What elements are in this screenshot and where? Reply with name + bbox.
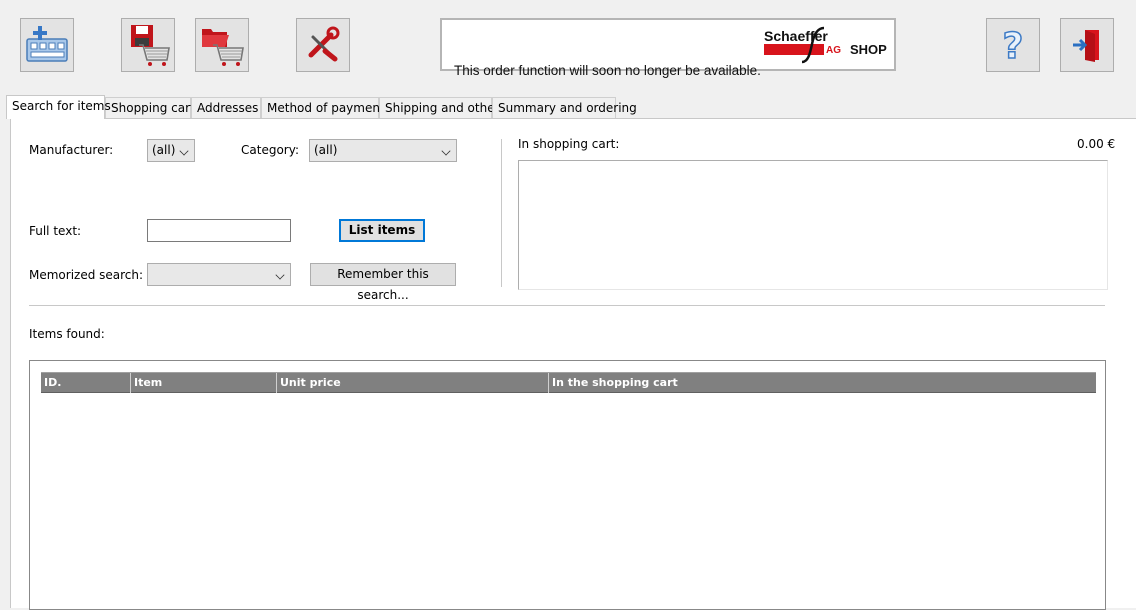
banner-line-1: This order function will soon no longer … [454, 63, 761, 78]
cart-total: 0.00 € [1077, 137, 1116, 151]
memorized-search-label: Memorized search: [29, 268, 144, 282]
logo-ag-text: AG [826, 45, 841, 56]
tab-method-of-payment[interactable]: Method of payment [261, 97, 385, 118]
help-button[interactable]: ? [986, 18, 1040, 72]
category-value: (all) [314, 143, 338, 157]
chevron-down-icon [441, 146, 451, 156]
svg-text:?: ? [1003, 26, 1024, 65]
remember-search-button[interactable]: Remember this search... [310, 263, 456, 302]
manufacturer-value: (all) [152, 143, 176, 157]
results-grid[interactable]: ID. Item Unit price In the shopping cart [29, 360, 1106, 610]
tab-search-for-items[interactable]: Search for items [6, 95, 111, 119]
memorized-search-select[interactable] [147, 263, 291, 286]
fulltext-input[interactable] [147, 219, 291, 242]
items-found-label: Items found: [29, 327, 105, 341]
tab-addresses[interactable]: Addresses [191, 97, 261, 118]
results-grid-header: ID. Item Unit price In the shopping cart [41, 372, 1096, 393]
list-items-button[interactable]: List items [339, 219, 425, 242]
new-order-button[interactable] [20, 18, 74, 72]
horizontal-divider [29, 305, 1105, 306]
fulltext-label: Full text: [29, 224, 82, 238]
tab-summary-and-ordering[interactable]: Summary and ordering [492, 97, 637, 118]
new-order-icon [26, 26, 68, 62]
webshop-banner[interactable]: This order function will soon no longer … [440, 18, 896, 129]
search-panel: Manufacturer: (all) Category: (all) Full… [10, 118, 1136, 610]
column-header-unit-price[interactable]: Unit price [277, 373, 549, 393]
chevron-down-icon [179, 146, 189, 156]
tools-icon [308, 26, 340, 62]
column-header-in-cart[interactable]: In the shopping cart [549, 373, 1096, 393]
tab-shopping-cart[interactable]: Shopping cart [105, 97, 195, 118]
open-cart-button[interactable] [195, 18, 249, 72]
vertical-divider [501, 139, 502, 287]
question-icon: ? [1002, 25, 1024, 65]
settings-button[interactable] [296, 18, 350, 72]
chevron-down-icon [275, 270, 285, 280]
in-cart-label: In shopping cart: [518, 137, 620, 151]
manufacturer-select[interactable]: (all) [147, 139, 195, 162]
category-select[interactable]: (all) [309, 139, 457, 162]
column-header-item[interactable]: Item [131, 373, 277, 393]
save-cart-button[interactable] [121, 18, 175, 72]
schaeffer-shop-logo: Schaeffer AG SHOP [762, 26, 888, 64]
manufacturer-label: Manufacturer: [29, 143, 114, 157]
logo-shop-text: SHOP [850, 42, 887, 57]
category-label: Category: [241, 143, 299, 157]
save-cart-icon [131, 25, 170, 66]
tab-shipping-and-other[interactable]: Shipping and other [379, 97, 500, 118]
open-cart-icon [202, 29, 244, 66]
cart-preview-box[interactable] [518, 160, 1108, 290]
exit-door-icon [1073, 30, 1099, 62]
column-header-id[interactable]: ID. [41, 373, 131, 393]
exit-button[interactable] [1060, 18, 1114, 72]
